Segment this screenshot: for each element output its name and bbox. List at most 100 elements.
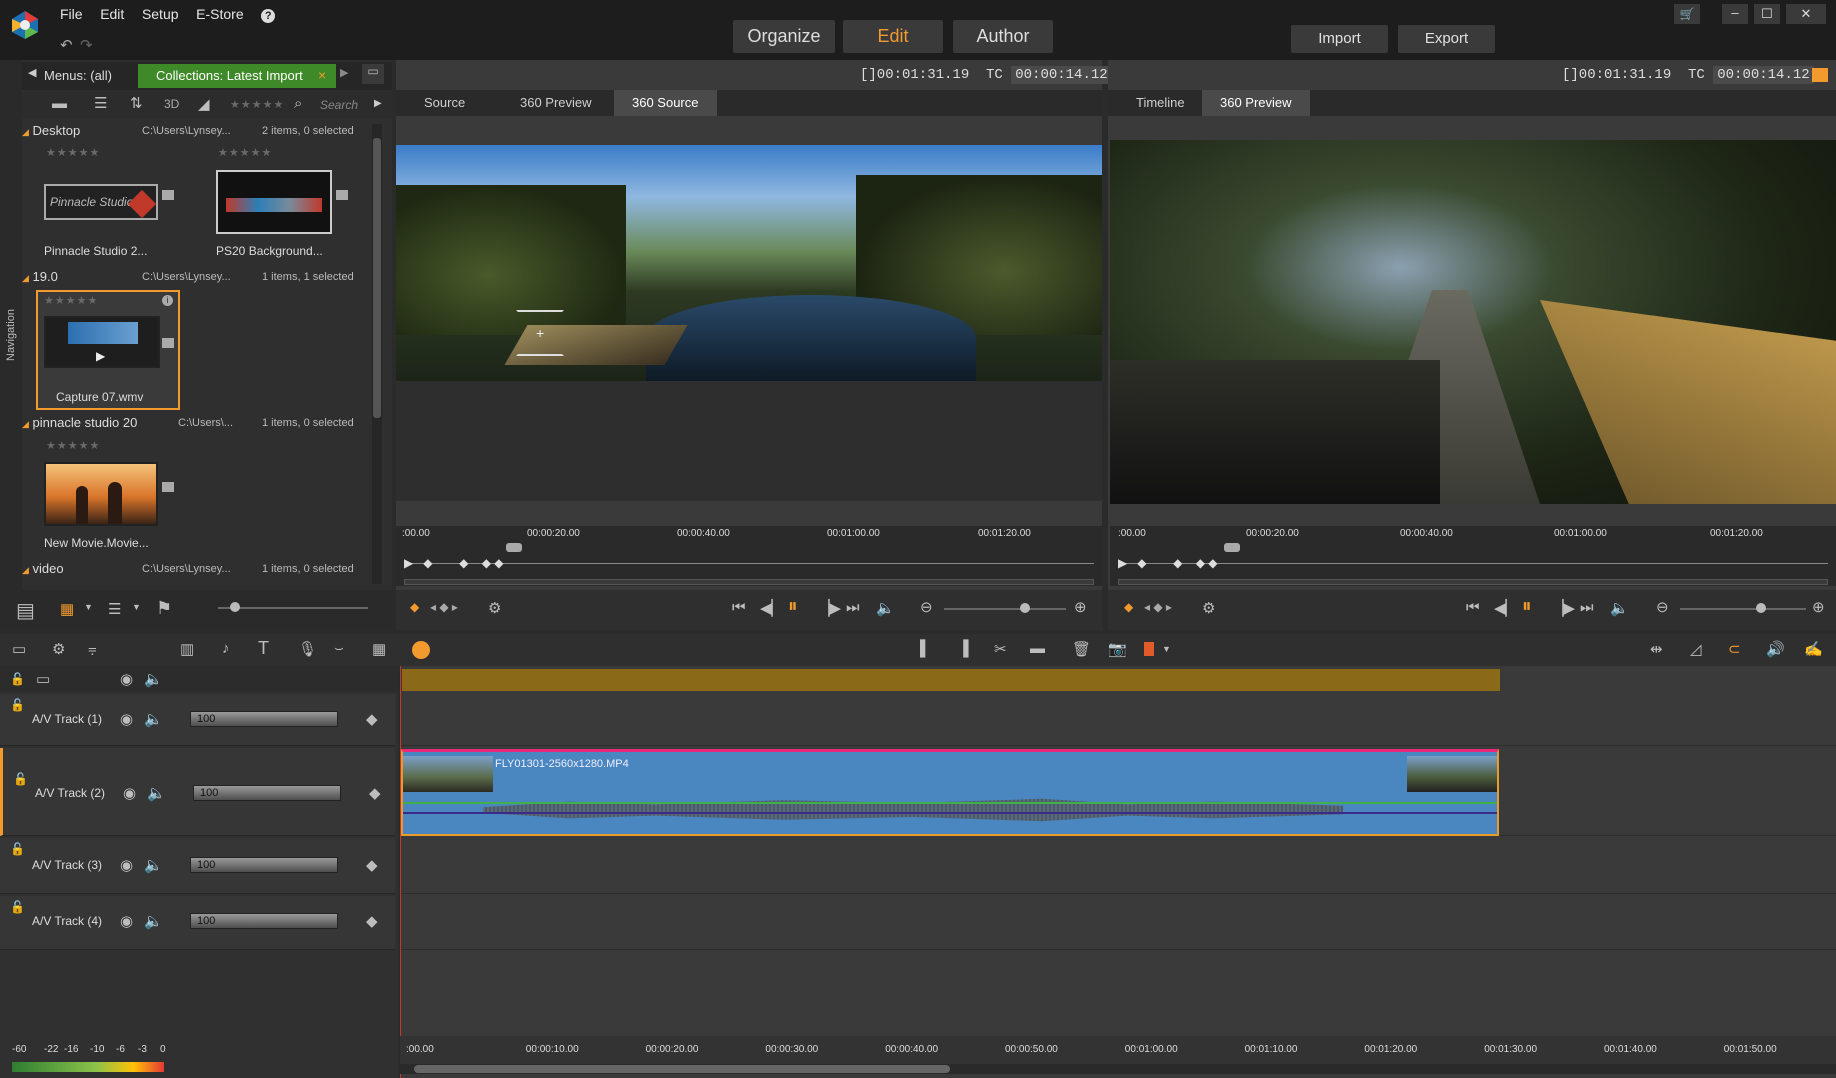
step-forward-icon[interactable]: ▕▶ xyxy=(1552,599,1575,617)
menu-setup[interactable]: Setup xyxy=(142,6,179,22)
keyframe-icon[interactable]: ◆ xyxy=(366,856,378,874)
audio-ducking-icon[interactable]: ⌣ xyxy=(334,640,344,657)
track-label[interactable]: A/V Track (4) xyxy=(32,914,102,928)
media-thumbnail[interactable] xyxy=(44,462,158,526)
sort-icon[interactable]: ⇅ xyxy=(130,94,143,112)
voiceover-icon[interactable]: 🎙 xyxy=(298,640,317,658)
timeline-video-preview[interactable] xyxy=(1110,140,1836,504)
track-options-icon[interactable]: ▭ xyxy=(36,670,50,688)
tab-360-source[interactable]: 360 Source xyxy=(614,90,717,116)
redo-icon[interactable]: ↷ xyxy=(80,36,93,54)
lock-icon[interactable]: 🔓 xyxy=(10,698,25,712)
group-header[interactable]: ◢ pinnacle studio 20 C:\Users\... 1 item… xyxy=(22,415,362,435)
undo-icon[interactable]: ↶ xyxy=(60,36,73,54)
keyframe-toggle-icon[interactable]: ◆ xyxy=(410,600,419,614)
trash-icon[interactable]: 🗑 xyxy=(1072,640,1091,658)
eye-icon[interactable]: ◉ xyxy=(120,912,133,930)
chevron-down-icon[interactable]: ▼ xyxy=(1162,644,1171,654)
gear-icon[interactable]: ⚙ xyxy=(488,599,501,617)
author-tab[interactable]: Author xyxy=(953,20,1053,53)
info-icon[interactable]: i xyxy=(162,295,173,306)
volume-icon[interactable]: 🔈 xyxy=(876,599,895,617)
timeline-timecode[interactable]: 00:00:14.12 xyxy=(1713,66,1814,84)
track-row[interactable]: 🔓 A/V Track (4) ◉ 🔈 100 ◆ xyxy=(0,896,395,950)
pan-line[interactable] xyxy=(403,812,1497,814)
track-volume[interactable]: 100 xyxy=(190,711,338,727)
eye-icon[interactable]: ◉ xyxy=(120,856,133,874)
item-menu-icon[interactable] xyxy=(162,190,174,200)
monitor-indicator-icon[interactable] xyxy=(1812,68,1828,82)
tag-manager-icon[interactable]: ⚑ xyxy=(156,598,172,619)
dynamic-length-icon[interactable]: ◿ xyxy=(1690,640,1702,658)
track-row[interactable]: 🔓 A/V Track (3) ◉ 🔈 100 ◆ xyxy=(0,838,395,894)
keyframe-icon[interactable]: ◆ xyxy=(369,784,381,802)
playhead-handle[interactable] xyxy=(506,543,522,552)
marker-icon[interactable] xyxy=(1144,642,1154,656)
track-label[interactable]: A/V Track (2) xyxy=(35,786,105,800)
volume-icon[interactable]: 🔈 xyxy=(1610,599,1629,617)
audio-scrub-icon[interactable]: 🔊 xyxy=(1766,640,1785,658)
keyframe-toggle-icon[interactable]: ◆ xyxy=(1124,600,1133,614)
marker-in-icon[interactable]: ▌ xyxy=(920,640,931,657)
zoom-in-icon[interactable]: ⊕ xyxy=(1812,598,1825,616)
lock-icon[interactable]: 🔓 xyxy=(13,772,28,786)
search-icon[interactable]: ⌕ xyxy=(294,95,302,112)
eye-icon[interactable]: ◉ xyxy=(120,710,133,728)
multicam-icon[interactable]: ▦ xyxy=(372,640,386,658)
scrollbar-thumb[interactable] xyxy=(373,138,381,418)
playhead-line[interactable] xyxy=(400,666,401,1078)
speaker-icon[interactable]: 🔈 xyxy=(144,912,163,930)
keyframe-marker[interactable]: ▶ ◆ ◆ ◆ ◆ xyxy=(404,556,504,570)
lock-icon[interactable]: 🔓 xyxy=(10,672,25,686)
lock-icon[interactable]: 🔓 xyxy=(10,842,25,856)
pause-icon[interactable]: ⏸ xyxy=(788,596,798,618)
zoom-out-icon[interactable]: ⊖ xyxy=(1656,598,1669,616)
keyframe-marker[interactable]: ▶ ◆ ◆ ◆ ◆ xyxy=(1118,556,1218,570)
expand-icon[interactable]: ◢ xyxy=(22,419,29,429)
timeline-settings-icon[interactable]: ▭ xyxy=(12,640,26,658)
grid-view-icon[interactable]: ▦ xyxy=(60,600,74,618)
speaker-icon[interactable]: 🔈 xyxy=(144,856,163,874)
magnet-icon[interactable]: ⊂ xyxy=(1728,640,1741,658)
track-lane[interactable] xyxy=(400,838,1836,894)
menu-file[interactable]: File xyxy=(60,6,83,22)
minimize-icon[interactable]: – xyxy=(1722,4,1748,24)
gear-icon[interactable]: ⚙ xyxy=(1202,599,1215,617)
close-icon[interactable]: ✕ xyxy=(1786,4,1826,24)
item-rating[interactable]: ★★★★★ xyxy=(46,439,100,452)
tab-360-preview[interactable]: 360 Preview xyxy=(502,90,610,116)
gear-icon[interactable]: ⚙ xyxy=(52,640,65,658)
expand-icon[interactable]: ◢ xyxy=(22,273,29,283)
edit-mode-icon[interactable]: ⩦ xyxy=(88,640,97,657)
item-menu-icon[interactable] xyxy=(336,190,348,200)
eye-icon[interactable]: ◉ xyxy=(123,784,136,802)
import-button[interactable]: Import xyxy=(1291,25,1388,53)
volume-line[interactable] xyxy=(403,802,1497,804)
360-icon[interactable] xyxy=(412,641,430,659)
media-thumbnail[interactable]: ▶ xyxy=(44,316,160,368)
thumbnail-size-slider[interactable] xyxy=(218,607,368,609)
keyframe-nav-icon[interactable]: ◂ ◆ ▸ xyxy=(430,600,458,614)
step-back-icon[interactable]: ◀▏ xyxy=(1494,599,1517,617)
view-3d-toggle[interactable]: 3D xyxy=(164,97,179,111)
speaker-icon[interactable]: 🔈 xyxy=(144,710,163,728)
cart-icon[interactable]: 🛒 xyxy=(1674,4,1700,24)
source-timecode[interactable]: 00:00:14.12 xyxy=(1011,66,1112,84)
chevron-down-icon[interactable]: ▼ xyxy=(84,602,93,612)
tab-source[interactable]: Source xyxy=(406,90,483,116)
media-thumbnail[interactable]: Pinnacle Studio xyxy=(44,184,158,220)
item-menu-icon[interactable] xyxy=(162,482,174,492)
item-rating[interactable]: ★★★★★ xyxy=(44,294,98,307)
timeline-scroll-thumb[interactable] xyxy=(414,1065,950,1073)
skip-end-icon[interactable]: ⏭ xyxy=(846,599,860,616)
skip-end-icon[interactable]: ⏭ xyxy=(1580,599,1594,616)
zoom-slider-handle[interactable] xyxy=(1756,603,1766,613)
slider-handle[interactable] xyxy=(230,602,240,612)
expand-icon[interactable]: ◢ xyxy=(22,127,29,137)
list-view-icon[interactable]: ☰ xyxy=(94,94,107,112)
forward-arrow-icon[interactable]: ▶ xyxy=(340,66,348,79)
timeline-clip[interactable]: FLY01301-2560x1280.MP4 xyxy=(401,749,1499,836)
track-lane[interactable] xyxy=(400,896,1836,950)
playhead-handle[interactable] xyxy=(1224,543,1240,552)
chevron-down-icon[interactable]: ▼ xyxy=(132,602,141,612)
